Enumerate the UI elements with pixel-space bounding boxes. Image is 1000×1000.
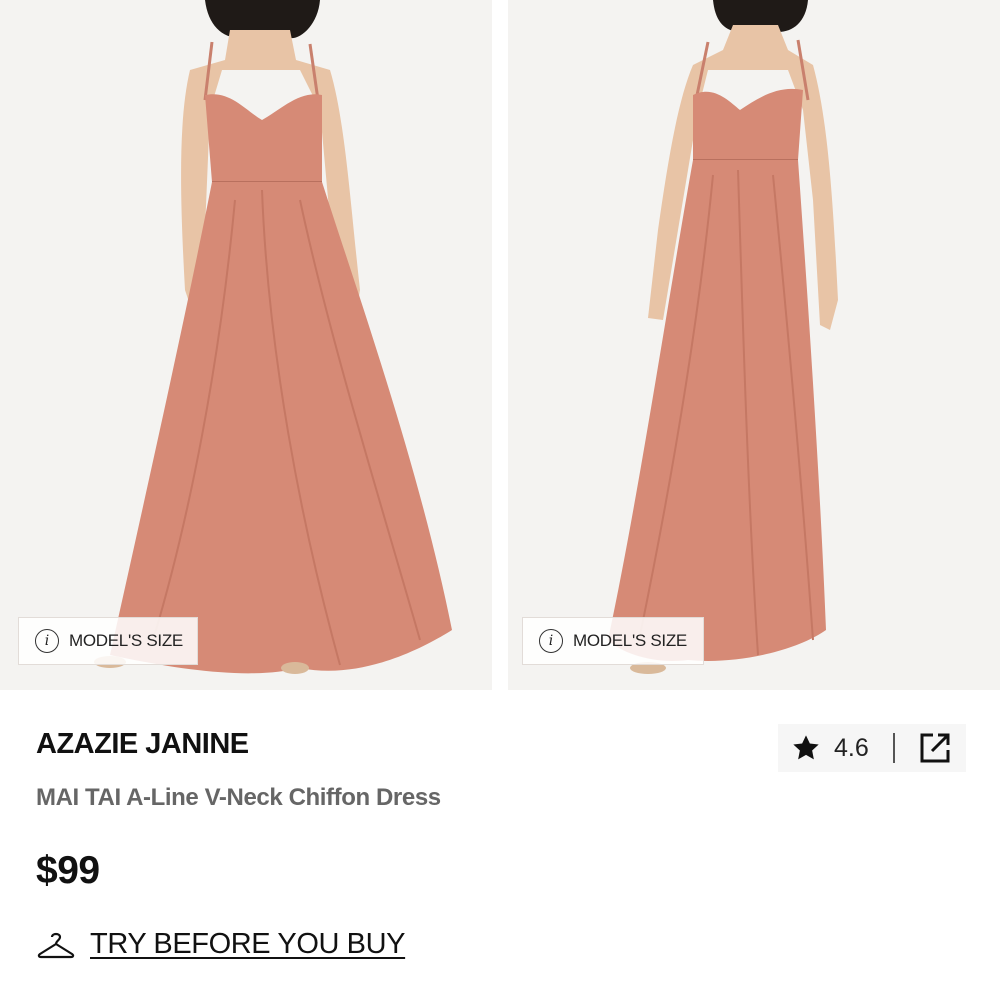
try-before-you-buy-label: TRY BEFORE YOU BUY [90,928,406,960]
product-image-side[interactable] [508,0,1000,690]
model-size-button[interactable]: i MODEL'S SIZE [522,617,704,665]
model-front-illustration [94,0,452,674]
try-before-you-buy-link[interactable]: TRY BEFORE YOU BUY [36,928,406,961]
divider [892,733,895,763]
product-brand: AZAZIE JANINE [36,728,249,760]
product-price: $99 [36,849,100,892]
rating-value[interactable]: 4.6 [834,734,869,763]
info-icon: i [539,629,563,653]
model-size-label: MODEL'S SIZE [69,631,183,650]
product-name: MAI TAI A-Line V-Neck Chiffon Dress [36,784,441,811]
product-image-gallery: i MODEL'S SIZE i MODEL'S SIZE [0,0,1000,690]
product-image-front[interactable] [0,0,492,690]
model-size-label: MODEL'S SIZE [573,631,687,650]
info-icon: i [35,629,59,653]
rating-share-bar: 4.6 [778,724,966,772]
share-external-icon[interactable] [917,730,953,766]
model-side-illustration [608,0,838,674]
hanger-icon [37,932,75,958]
star-icon [793,735,819,760]
model-size-button[interactable]: i MODEL'S SIZE [18,617,198,665]
